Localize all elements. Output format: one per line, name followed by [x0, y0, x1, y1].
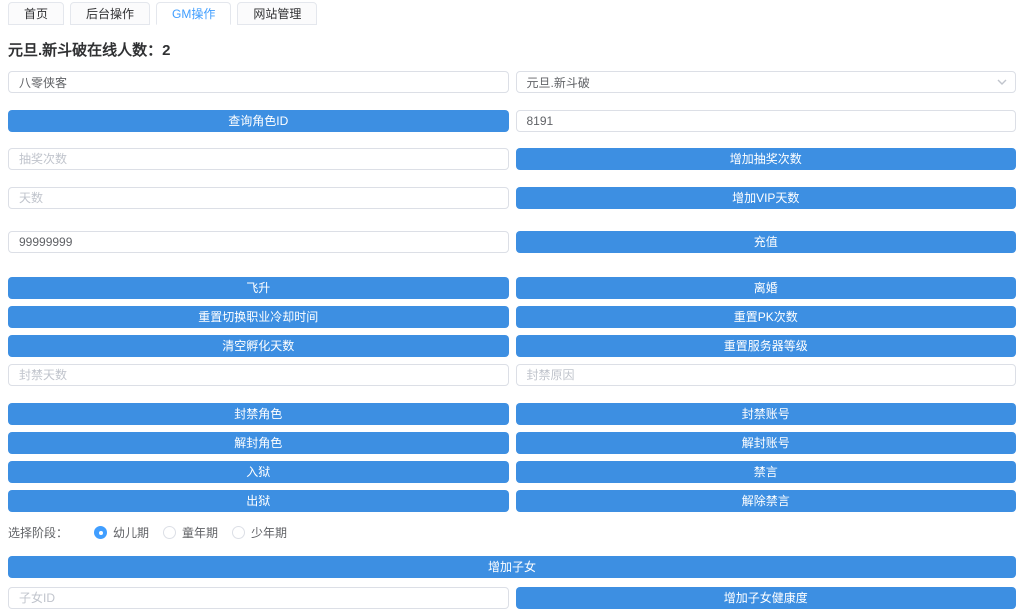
stage-label: 选择阶段：	[8, 524, 68, 541]
row-reset-cooldown-pk: 重置切换职业冷却时间 重置PK次数	[8, 306, 1016, 328]
radio-icon	[94, 526, 107, 539]
radio-stage-child[interactable]: 童年期	[163, 524, 218, 541]
release-jail-button[interactable]: 出狱	[8, 490, 509, 512]
add-child-button[interactable]: 增加子女	[8, 556, 1016, 578]
radio-icon	[163, 526, 176, 539]
days-input[interactable]	[8, 187, 509, 209]
reset-pk-count-button[interactable]: 重置PK次数	[516, 306, 1017, 328]
recharge-amount-input[interactable]	[8, 231, 509, 253]
divorce-button[interactable]: 离婚	[516, 277, 1017, 299]
server-select[interactable]: 元旦.新斗破	[516, 71, 1017, 93]
row-child-health: 增加子女健康度	[8, 587, 1016, 609]
child-id-input[interactable]	[8, 587, 509, 609]
row-add-child: 增加子女	[8, 556, 1016, 578]
tab-home[interactable]: 首页	[8, 2, 64, 25]
tab-site-admin[interactable]: 网站管理	[237, 2, 317, 25]
add-child-health-button[interactable]: 增加子女健康度	[516, 587, 1017, 609]
row-ascend-divorce: 飞升 离婚	[8, 277, 1016, 299]
unban-account-button[interactable]: 解封账号	[516, 432, 1017, 454]
row-vip-days: 增加VIP天数	[8, 187, 1016, 209]
unmute-button[interactable]: 解除禁言	[516, 490, 1017, 512]
row-ban-inputs	[8, 364, 1016, 386]
row-lottery: 增加抽奖次数	[8, 148, 1016, 170]
reset-server-level-button[interactable]: 重置服务器等级	[516, 335, 1017, 357]
row-query-roleid: 查询角色ID	[8, 110, 1016, 132]
row-release-unmute: 出狱 解除禁言	[8, 490, 1016, 512]
ascend-button[interactable]: 飞升	[8, 277, 509, 299]
mute-button[interactable]: 禁言	[516, 461, 1017, 483]
tab-bar: 首页 后台操作 GM操作 网站管理	[8, 2, 1016, 25]
chevron-down-icon	[997, 77, 1007, 87]
add-lottery-count-button[interactable]: 增加抽奖次数	[516, 148, 1017, 170]
ban-role-button[interactable]: 封禁角色	[8, 403, 509, 425]
clear-hatch-days-button[interactable]: 清空孵化天数	[8, 335, 509, 357]
row-hatch-serverlevel: 清空孵化天数 重置服务器等级	[8, 335, 1016, 357]
stage-selector-row: 选择阶段： 幼儿期 童年期 少年期	[8, 525, 1016, 540]
add-vip-days-button[interactable]: 增加VIP天数	[516, 187, 1017, 209]
query-role-id-button[interactable]: 查询角色ID	[8, 110, 509, 132]
row-role-server: 元旦.新斗破	[8, 71, 1016, 93]
server-select-value: 元旦.新斗破	[527, 74, 590, 91]
tab-backend-ops[interactable]: 后台操作	[70, 2, 150, 25]
role-id-input[interactable]	[516, 110, 1017, 132]
lottery-count-input[interactable]	[8, 148, 509, 170]
ban-reason-input[interactable]	[516, 364, 1017, 386]
radio-stage-teen[interactable]: 少年期	[232, 524, 287, 541]
row-recharge: 充值	[8, 231, 1016, 253]
recharge-button[interactable]: 充值	[516, 231, 1017, 253]
role-name-input[interactable]	[8, 71, 509, 93]
row-jail-mute: 入狱 禁言	[8, 461, 1016, 483]
row-unban-actions: 解封角色 解封账号	[8, 432, 1016, 454]
ban-account-button[interactable]: 封禁账号	[516, 403, 1017, 425]
row-ban-actions: 封禁角色 封禁账号	[8, 403, 1016, 425]
page-title: 元旦.新斗破在线人数：2	[8, 39, 1016, 60]
radio-stage-child-label: 童年期	[182, 524, 218, 541]
tab-gm-ops[interactable]: GM操作	[156, 2, 231, 25]
jail-button[interactable]: 入狱	[8, 461, 509, 483]
radio-stage-teen-label: 少年期	[251, 524, 287, 541]
radio-icon	[232, 526, 245, 539]
unban-role-button[interactable]: 解封角色	[8, 432, 509, 454]
reset-job-cooldown-button[interactable]: 重置切换职业冷却时间	[8, 306, 509, 328]
radio-stage-infant-label: 幼儿期	[113, 524, 149, 541]
ban-days-input[interactable]	[8, 364, 509, 386]
gm-admin-page: 首页 后台操作 GM操作 网站管理 元旦.新斗破在线人数：2 元旦.新斗破 查询…	[0, 0, 1024, 609]
radio-stage-infant[interactable]: 幼儿期	[94, 524, 149, 541]
